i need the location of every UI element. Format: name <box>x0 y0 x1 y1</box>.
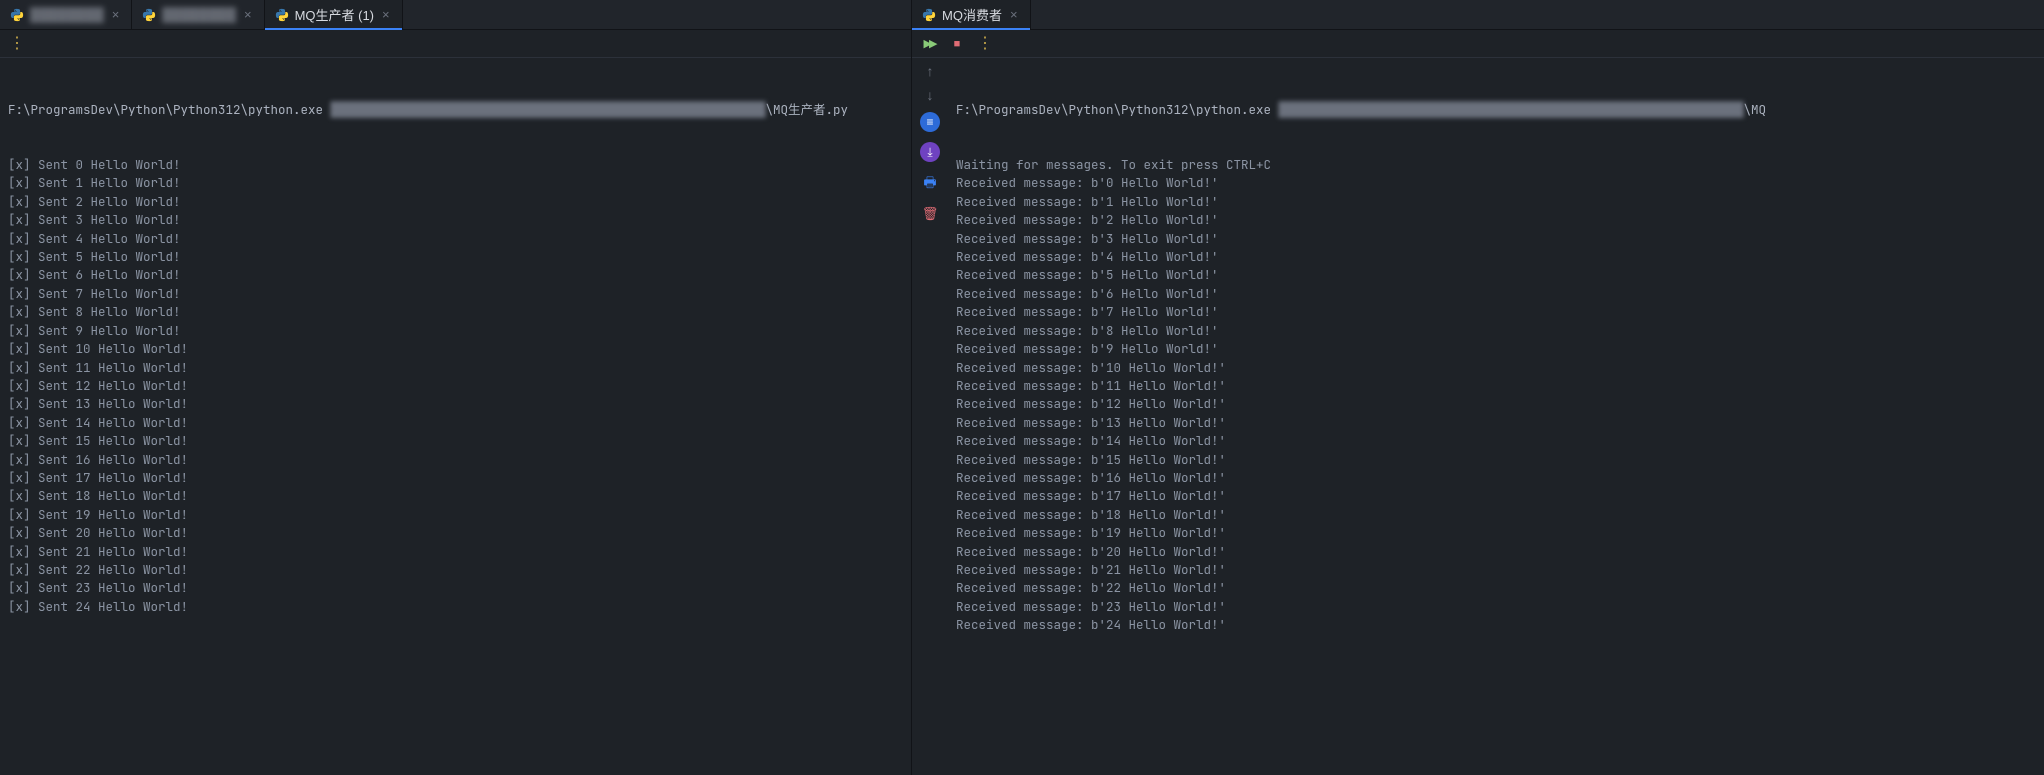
console-line: [x] Sent 17 Hello World! <box>8 469 903 487</box>
console-line: [x] Sent 20 Hello World! <box>8 524 903 542</box>
content-right: ↑ ↓ ≡ ⤓ 🖶 🗑 F:\ProgramsDev\Python\Python… <box>912 58 2044 775</box>
console-line: [x] Sent 4 Hello World! <box>8 230 903 248</box>
python-file-icon <box>10 8 24 22</box>
console-line: Received message: b'24 Hello World!' <box>956 616 2036 634</box>
console-line: [x] Sent 11 Hello World! <box>8 359 903 377</box>
console-line: Received message: b'4 Hello World!' <box>956 248 2036 266</box>
console-output-left[interactable]: F:\ProgramsDev\Python\Python312\python.e… <box>0 58 911 775</box>
console-line: Received message: b'10 Hello World!' <box>956 359 2036 377</box>
console-line: Received message: b'23 Hello World!' <box>956 598 2036 616</box>
console-line: [x] Sent 16 Hello World! <box>8 451 903 469</box>
scroll-to-end-icon[interactable]: ⤓ <box>920 142 940 162</box>
console-gutter: ↑ ↓ ≡ ⤓ 🖶 🗑 <box>912 58 948 775</box>
console-line: Waiting for messages. To exit press CTRL… <box>956 156 2036 174</box>
run-tab[interactable]: MQ消费者 × <box>912 0 1031 29</box>
console-line: Received message: b'21 Hello World!' <box>956 561 2036 579</box>
console-line: Received message: b'14 Hello World!' <box>956 432 2036 450</box>
console-line: [x] Sent 12 Hello World! <box>8 377 903 395</box>
clear-icon[interactable]: 🗑 <box>922 206 939 222</box>
run-pane-consumer: MQ消费者 × ▶▶ ■ ⋮ ↑ ↓ ≡ ⤓ 🖶 🗑 F:\ProgramsDev… <box>912 0 2044 775</box>
console-line: [x] Sent 24 Hello World! <box>8 598 903 616</box>
close-tab-icon[interactable]: × <box>1008 7 1020 22</box>
command-line: F:\ProgramsDev\Python\Python312\python.e… <box>956 101 2036 119</box>
soft-wrap-icon[interactable]: ≡ <box>920 112 940 132</box>
console-line: [x] Sent 13 Hello World! <box>8 395 903 413</box>
console-line: Received message: b'1 Hello World!' <box>956 193 2036 211</box>
console-line: Received message: b'9 Hello World!' <box>956 340 2036 358</box>
command-line: F:\ProgramsDev\Python\Python312\python.e… <box>8 101 903 119</box>
scroll-down-icon[interactable]: ↓ <box>927 88 934 102</box>
console-line: [x] Sent 23 Hello World! <box>8 579 903 597</box>
console-line: [x] Sent 9 Hello World! <box>8 322 903 340</box>
console-line: Received message: b'22 Hello World!' <box>956 579 2036 597</box>
console-line: Received message: b'18 Hello World!' <box>956 506 2036 524</box>
console-line: Received message: b'7 Hello World!' <box>956 303 2036 321</box>
tab-label: MQ生产者 (1) <box>295 5 374 24</box>
console-line: [x] Sent 18 Hello World! <box>8 487 903 505</box>
console-line: Received message: b'16 Hello World!' <box>956 469 2036 487</box>
run-tab[interactable]: ████████ × <box>0 0 132 29</box>
more-icon[interactable]: ⋮ <box>978 37 992 51</box>
toolbar-left: ⋮ <box>0 30 911 58</box>
console-line: [x] Sent 10 Hello World! <box>8 340 903 358</box>
run-tab[interactable]: MQ生产者 (1) × <box>265 0 403 29</box>
console-line: [x] Sent 15 Hello World! <box>8 432 903 450</box>
console-output-right[interactable]: F:\ProgramsDev\Python\Python312\python.e… <box>948 58 2044 775</box>
stop-icon[interactable]: ■ <box>950 37 964 51</box>
console-line: [x] Sent 19 Hello World! <box>8 506 903 524</box>
output-lines: [x] Sent 0 Hello World![x] Sent 1 Hello … <box>8 156 903 616</box>
python-file-icon <box>922 8 936 22</box>
close-tab-icon[interactable]: × <box>380 7 392 22</box>
console-line: Received message: b'19 Hello World!' <box>956 524 2036 542</box>
console-line: Received message: b'3 Hello World!' <box>956 230 2036 248</box>
console-line: [x] Sent 3 Hello World! <box>8 211 903 229</box>
scroll-up-icon[interactable]: ↑ <box>927 64 934 78</box>
python-file-icon <box>275 8 289 22</box>
console-line: [x] Sent 22 Hello World! <box>8 561 903 579</box>
console-line: Received message: b'15 Hello World!' <box>956 451 2036 469</box>
tab-bar-left: ████████ × ████████ × MQ生产者 (1) × <box>0 0 911 30</box>
console-line: Received message: b'2 Hello World!' <box>956 211 2036 229</box>
console-line: Received message: b'12 Hello World!' <box>956 395 2036 413</box>
console-line: Received message: b'13 Hello World!' <box>956 414 2036 432</box>
close-tab-icon[interactable]: × <box>242 7 254 22</box>
close-tab-icon[interactable]: × <box>110 7 122 22</box>
rerun-icon[interactable]: ▶▶ <box>922 37 936 51</box>
console-line: Received message: b'20 Hello World!' <box>956 543 2036 561</box>
run-tab[interactable]: ████████ × <box>132 0 264 29</box>
print-icon[interactable]: 🖶 <box>923 172 936 196</box>
toolbar-right: ▶▶ ■ ⋮ <box>912 30 2044 58</box>
run-pane-producer: ████████ × ████████ × MQ生产者 (1) × ⋮ F:\Progra… <box>0 0 912 775</box>
console-line: [x] Sent 5 Hello World! <box>8 248 903 266</box>
python-file-icon <box>142 8 156 22</box>
console-line: Received message: b'5 Hello World!' <box>956 266 2036 284</box>
console-line: [x] Sent 0 Hello World! <box>8 156 903 174</box>
console-line: [x] Sent 7 Hello World! <box>8 285 903 303</box>
tab-bar-right: MQ消费者 × <box>912 0 2044 30</box>
console-line: Received message: b'0 Hello World!' <box>956 174 2036 192</box>
output-lines: Waiting for messages. To exit press CTRL… <box>956 156 2036 635</box>
more-icon[interactable]: ⋮ <box>10 37 24 51</box>
console-line: [x] Sent 14 Hello World! <box>8 414 903 432</box>
console-line: [x] Sent 21 Hello World! <box>8 543 903 561</box>
tab-label: ████████ <box>30 7 104 22</box>
console-line: Received message: b'8 Hello World!' <box>956 322 2036 340</box>
tab-label: MQ消费者 <box>942 5 1002 24</box>
content-left: F:\ProgramsDev\Python\Python312\python.e… <box>0 58 911 775</box>
console-line: Received message: b'11 Hello World!' <box>956 377 2036 395</box>
console-line: [x] Sent 1 Hello World! <box>8 174 903 192</box>
console-line: [x] Sent 8 Hello World! <box>8 303 903 321</box>
console-line: Received message: b'6 Hello World!' <box>956 285 2036 303</box>
console-line: [x] Sent 6 Hello World! <box>8 266 903 284</box>
console-line: [x] Sent 2 Hello World! <box>8 193 903 211</box>
tab-label: ████████ <box>162 7 236 22</box>
console-line: Received message: b'17 Hello World!' <box>956 487 2036 505</box>
